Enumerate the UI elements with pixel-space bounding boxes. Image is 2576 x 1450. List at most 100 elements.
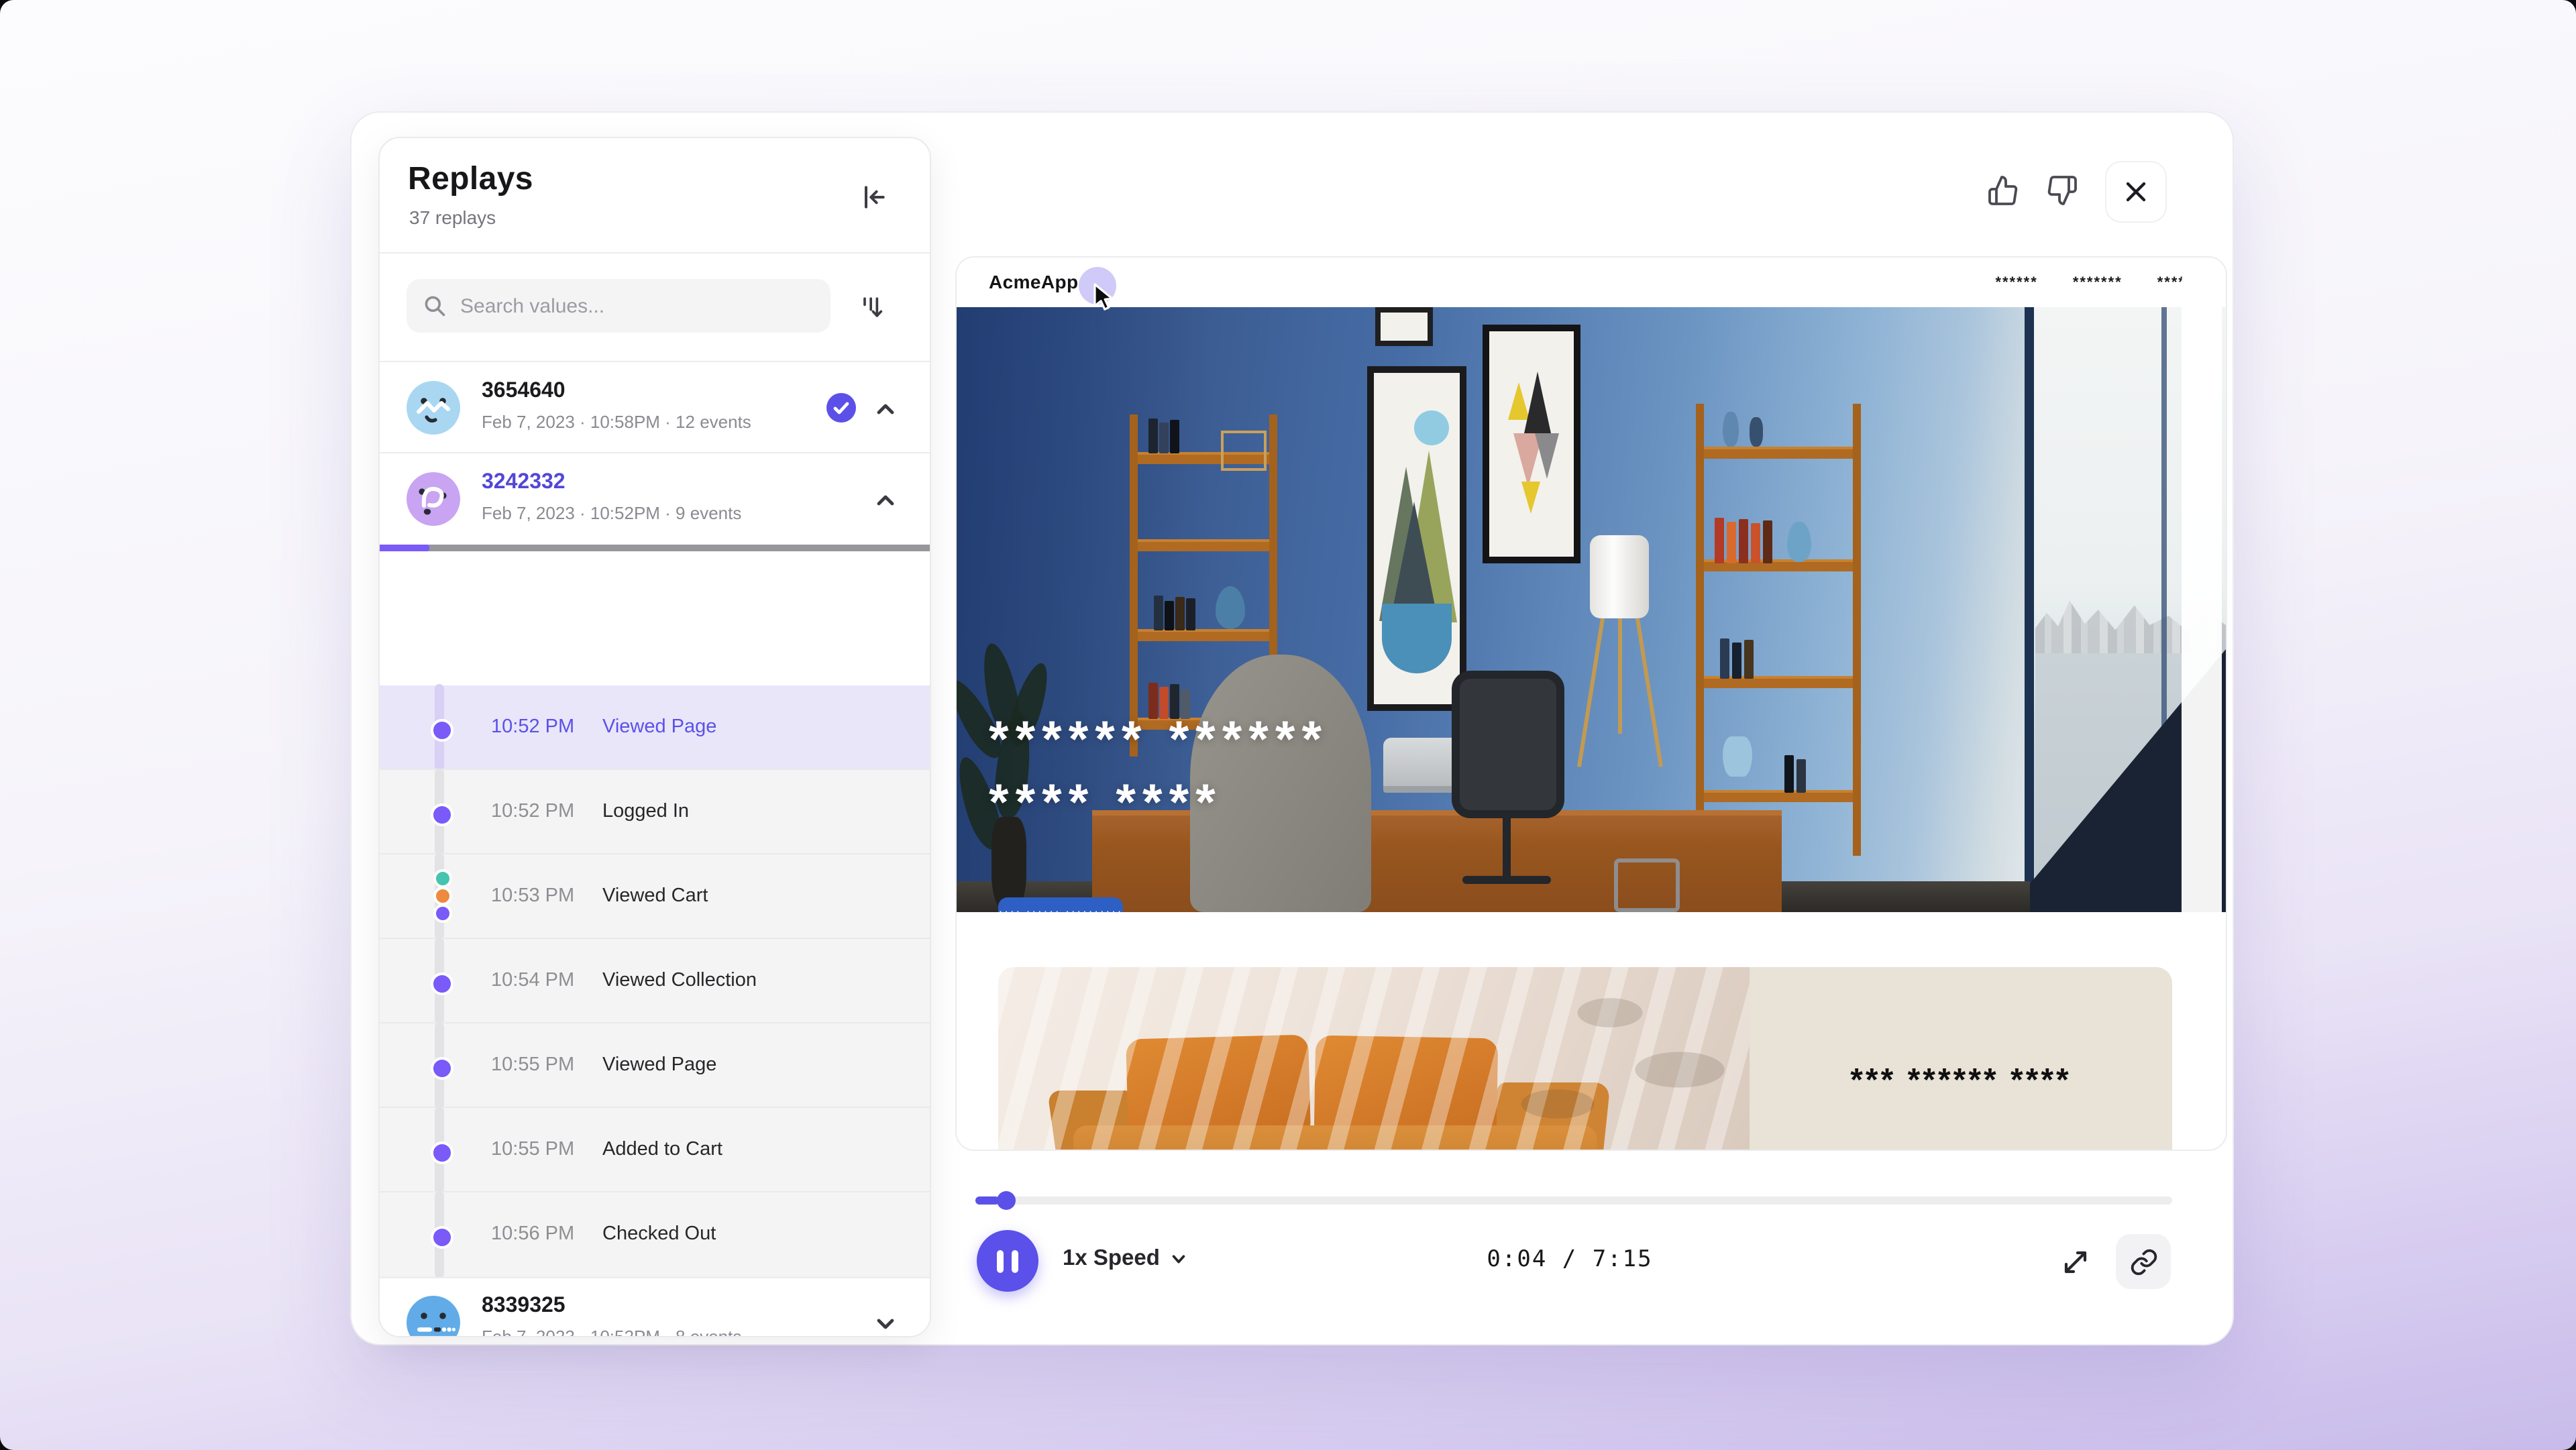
wall-art-mountains xyxy=(1367,366,1466,711)
chevron-up-icon[interactable] xyxy=(875,398,896,420)
replay-count: 37 replays xyxy=(409,207,496,228)
event-dot xyxy=(431,1141,453,1164)
event-time: 10:52 PM xyxy=(491,801,574,822)
office-chair xyxy=(1452,671,1564,818)
hero-cta-button[interactable]: **** ****** ********** xyxy=(998,897,1123,912)
mouse-cursor-icon xyxy=(1092,283,1119,313)
avatar xyxy=(407,1296,460,1337)
session-id: 8339325 xyxy=(482,1294,566,1319)
sidebar-title: Replays xyxy=(408,161,533,199)
session-meta: Feb 7, 2023 · 10:58PM · 12 events xyxy=(482,412,751,432)
wall-art-geometric xyxy=(1483,325,1580,563)
close-button[interactable] xyxy=(2105,161,2167,223)
event-dot-teal xyxy=(433,869,452,888)
thumbs-down-icon xyxy=(2046,174,2078,207)
masked-hero-headline: ****** ********** **** xyxy=(989,710,1328,836)
event-label: Checked Out xyxy=(602,1223,716,1245)
session-meta: Feb 7, 2023 · 10:52PM · 9 events xyxy=(482,503,741,523)
event-dot-purple xyxy=(433,904,452,923)
thumbs-up-icon xyxy=(1987,174,2019,207)
event-dot xyxy=(431,719,453,742)
event-row[interactable]: 10:55 PM Viewed Page xyxy=(380,1023,930,1108)
thumbs-down-button[interactable] xyxy=(2043,172,2081,209)
session-progress-bar[interactable] xyxy=(380,545,930,551)
event-time: 10:55 PM xyxy=(491,1054,574,1076)
event-label: Logged In xyxy=(602,801,689,822)
session-progress-fill xyxy=(380,545,429,551)
search-section xyxy=(380,252,930,362)
search-box[interactable] xyxy=(407,279,830,333)
session-row-active[interactable]: 3242332 Feb 7, 2023 · 10:52PM · 9 events xyxy=(380,453,930,545)
close-icon xyxy=(2124,180,2148,204)
event-label: Viewed Collection xyxy=(602,970,757,991)
event-time: 10:52 PM xyxy=(491,716,574,738)
event-time: 10:56 PM xyxy=(491,1223,574,1245)
search-icon xyxy=(423,294,447,318)
product-card: *** ****** **** xyxy=(998,967,2172,1151)
chevron-up-icon[interactable] xyxy=(875,490,896,511)
event-time: 10:55 PM xyxy=(491,1139,574,1160)
chevron-down-icon xyxy=(1171,1250,1188,1268)
event-label: Added to Cart xyxy=(602,1139,722,1160)
wall-art-small xyxy=(1375,307,1433,346)
event-row-selected[interactable]: 10:52 PM Viewed Page xyxy=(380,685,930,770)
event-label: Viewed Page xyxy=(602,1054,716,1076)
copy-link-button[interactable] xyxy=(2116,1234,2171,1289)
replayed-site-header: AcmeApp ****** ******* **** xyxy=(957,258,2226,307)
watched-check-badge xyxy=(826,393,856,423)
pause-icon xyxy=(993,1249,1022,1272)
playback-time: 0:04 / 7:15 xyxy=(1462,1246,1677,1273)
event-label: Viewed Cart xyxy=(602,885,708,907)
playback-progress-knob[interactable] xyxy=(997,1191,1016,1210)
playback-progress-fill xyxy=(975,1196,1000,1205)
event-dot xyxy=(431,803,453,826)
event-row[interactable]: 10:52 PM Logged In xyxy=(380,770,930,854)
event-dot xyxy=(431,1057,453,1080)
masked-nav-item: ****** xyxy=(1995,275,2037,291)
session-row[interactable]: 3654640 Feb 7, 2023 · 10:58PM · 12 event… xyxy=(380,362,930,453)
event-row[interactable]: 10:53 PM Viewed Cart xyxy=(380,854,930,939)
bookshelf-right xyxy=(1696,404,1861,856)
collapse-left-icon xyxy=(859,182,888,212)
event-time: 10:54 PM xyxy=(491,970,574,991)
session-id: 3242332 xyxy=(482,471,566,495)
event-timeline: 10:52 PM Viewed Page 10:52 PM Logged In … xyxy=(380,685,930,1277)
event-dot-orange xyxy=(433,887,452,905)
replay-viewport: AcmeApp ****** ******* **** xyxy=(955,256,2227,1151)
speed-label: 1x Speed xyxy=(1063,1246,1160,1272)
speed-selector[interactable]: 1x Speed xyxy=(1063,1246,1188,1272)
hero-banner: ****** ********** **** **** ****** *****… xyxy=(957,307,2226,912)
event-time: 10:53 PM xyxy=(491,885,574,907)
floor-lamp xyxy=(1590,535,1649,618)
site-logo: AcmeApp xyxy=(989,271,1079,292)
event-row[interactable]: 10:55 PM Added to Cart xyxy=(380,1108,930,1192)
session-row[interactable]: 8339325 Feb 7, 2023 · 10:52PM · 8 events xyxy=(380,1277,930,1337)
site-nav: ****** ******* **** xyxy=(1995,275,2186,291)
thumbs-up-button[interactable] xyxy=(1984,172,2022,209)
event-dot xyxy=(431,972,453,995)
avatar xyxy=(407,381,460,435)
event-label: Viewed Page xyxy=(602,716,716,738)
sort-button[interactable] xyxy=(852,287,892,327)
link-icon xyxy=(2129,1247,2158,1276)
expand-icon xyxy=(2059,1246,2092,1278)
event-dot xyxy=(431,1226,453,1249)
playback-progress-bar[interactable] xyxy=(975,1196,2172,1205)
session-id: 3654640 xyxy=(482,380,566,404)
app-background: Replays 37 replays xyxy=(0,0,2576,1450)
chevron-down-icon[interactable] xyxy=(875,1313,896,1335)
pause-button[interactable] xyxy=(977,1230,1038,1292)
avatar xyxy=(407,472,460,526)
sort-descending-icon xyxy=(857,292,887,322)
replays-sidebar: Replays 37 replays xyxy=(378,137,931,1337)
masked-card-text: *** ****** **** xyxy=(1750,967,2172,1151)
event-row[interactable]: 10:56 PM Checked Out xyxy=(380,1192,930,1277)
page-scrollbar[interactable] xyxy=(2182,262,2222,1143)
search-input[interactable] xyxy=(458,293,814,319)
collapse-sidebar-button[interactable] xyxy=(855,178,892,216)
masked-nav-item: ******* xyxy=(2073,275,2123,291)
event-row[interactable]: 10:54 PM Viewed Collection xyxy=(380,939,930,1023)
fullscreen-button[interactable] xyxy=(2055,1242,2096,1282)
session-meta: Feb 7, 2023 · 10:52PM · 8 events xyxy=(482,1327,741,1337)
divider xyxy=(380,1277,930,1278)
